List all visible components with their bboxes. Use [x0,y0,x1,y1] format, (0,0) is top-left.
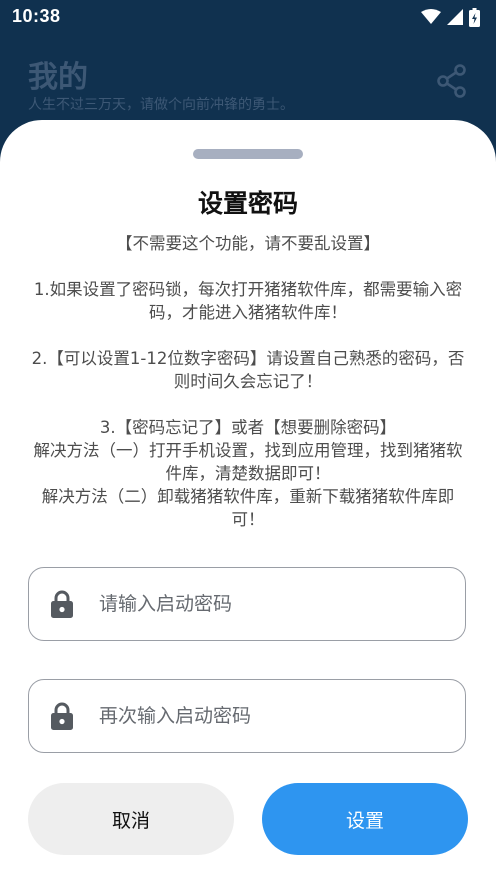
confirm-password-field[interactable] [28,679,466,753]
point-3-block: 3.【密码忘记了】或者【想要删除密码】 解决方法（一）打开手机设置，找到应用管理… [26,416,470,531]
drag-handle[interactable] [193,149,303,159]
battery-charging-icon [469,7,480,27]
status-bar: 10:38 [0,0,496,34]
lock-icon [51,702,73,730]
lock-icon [51,590,73,618]
password-dialog-sheet: 设置密码 【不需要这个功能，请不要乱设置】 1.如果设置了密码锁，每次打开猪猪软… [0,120,496,882]
set-password-button[interactable]: 设置 [262,783,468,855]
point-3-solution-2: 解决方法（二）卸载猪猪软件库，重新下载猪猪软件库即可！ [41,487,455,529]
dialog-title: 设置密码 [197,189,298,218]
wifi-icon [421,9,441,25]
point-2-text: 2.【可以设置1-12位数字密码】请设置自己熟悉的密码，否则时间久会忘记了！ [31,349,465,391]
dialog-description: 【不需要这个功能，请不要乱设置】 1.如果设置了密码锁，每次打开猪猪软件库，都需… [26,232,470,531]
cancel-button[interactable]: 取消 [28,783,234,855]
point-1-text: 1.如果设置了密码锁，每次打开猪猪软件库，都需要输入密码，才能进入猪猪软件库！ [33,280,463,322]
share-icon [437,64,466,98]
share-button[interactable] [436,64,468,98]
password-input[interactable] [99,568,439,639]
cell-signal-icon [447,9,463,25]
page-subtitle: 人生不过三万天，请做个向前冲锋的勇士。 [28,97,294,113]
app-bar: 我的 人生不过三万天，请做个向前冲锋的勇士。 [0,34,496,130]
notice-text: 【不需要这个功能，请不要乱设置】 [116,234,380,253]
point-3-title: 3.【密码忘记了】或者【想要删除密码】 [99,418,397,437]
password-field[interactable] [28,567,466,641]
confirm-password-input[interactable] [99,680,439,751]
status-icons [421,6,480,28]
page-title: 我的 [28,60,88,95]
status-time: 10:38 [12,6,61,26]
point-3-solution-1: 解决方法（一）打开手机设置，找到应用管理，找到猪猪软件库，清楚数据即可！ [33,441,463,483]
